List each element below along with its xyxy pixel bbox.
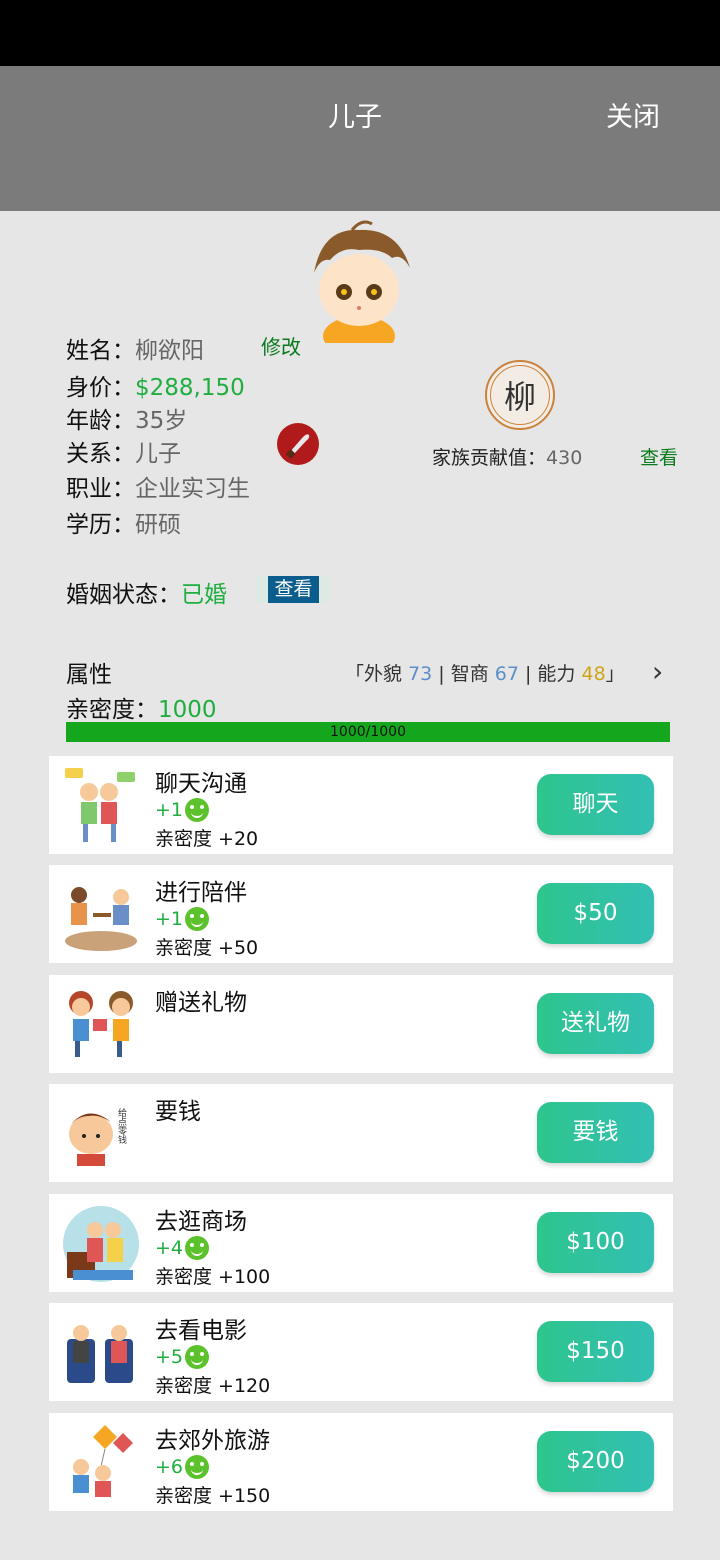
attr-ability-value: 48: [581, 663, 606, 685]
action-title: 去逛商场: [155, 1209, 247, 1235]
intimacy-gain: 亲密度 +50: [155, 937, 259, 959]
companionship-illustration-icon: [65, 887, 137, 951]
action-button[interactable]: $50: [537, 883, 654, 944]
name-label: 姓名：: [66, 338, 135, 364]
ask-money-badge-text: 给点零钱: [116, 1107, 127, 1144]
action-title: 要钱: [155, 1099, 201, 1125]
action-title: 去看电影: [155, 1318, 247, 1344]
marriage-label: 婚姻状态：: [66, 582, 181, 608]
edit-name-button[interactable]: 修改: [261, 331, 301, 360]
action-card: 进行陪伴 +1 亲密度 +50 $50: [49, 865, 673, 963]
family-seal: 柳: [485, 360, 555, 430]
happiness-gain: +1: [155, 798, 210, 822]
action-title: 赠送礼物: [155, 990, 247, 1016]
chevron-right-icon[interactable]: ›: [652, 655, 663, 688]
mall-illustration-icon: [63, 1206, 139, 1282]
attr-sep-ability: | 能力: [518, 663, 582, 685]
marriage-status: 婚姻状态：已婚: [66, 575, 227, 609]
job-row: 职业：企业实习生: [66, 469, 250, 503]
smiley-face-icon: [185, 1236, 210, 1260]
action-button[interactable]: 送礼物: [537, 993, 654, 1054]
action-card: 去看电影 +5 亲密度 +120 $150: [49, 1303, 673, 1401]
ask-money-illustration-icon: 给点零钱: [69, 1107, 127, 1166]
intimacy-progress-bar: 1000/1000: [66, 722, 670, 742]
age-value: 35岁: [135, 408, 188, 434]
happiness-gain-value: +5: [155, 1346, 184, 1368]
chat-illustration-icon: [65, 768, 135, 842]
action-card: 聊天沟通 +1 亲密度 +20 聊天: [49, 756, 673, 854]
job-label: 职业：: [66, 476, 135, 502]
intimacy-label: 亲密度：: [66, 697, 158, 723]
action-title: 去郊外旅游: [155, 1428, 270, 1454]
contribution-value: 430: [546, 447, 583, 469]
relation-value: 儿子: [135, 441, 181, 467]
worth-label: 身价：: [66, 375, 135, 401]
contribution-view-button[interactable]: 查看: [640, 443, 678, 470]
attributes-label: 属性: [66, 662, 112, 688]
family-seal-char: 柳: [490, 365, 550, 425]
action-card: 给点零钱 要钱 要钱: [49, 1084, 673, 1182]
happiness-gain-value: +6: [155, 1456, 184, 1478]
action-title: 进行陪伴: [155, 880, 247, 906]
age-row: 年龄：35岁: [66, 401, 187, 435]
intimacy-gain: 亲密度 +120: [155, 1375, 271, 1397]
attr-sep-iq: | 智商: [432, 663, 495, 685]
contribution-label: 家族贡献值：: [432, 447, 547, 469]
happiness-gain: +4: [155, 1236, 210, 1260]
family-contribution: 家族贡献值：430: [432, 443, 582, 470]
intimacy-row: 亲密度：1000: [66, 690, 217, 724]
worth-row: 身价：$288,150: [66, 368, 245, 402]
smiley-face-icon: [185, 798, 210, 822]
action-button[interactable]: $200: [537, 1431, 654, 1492]
movie-illustration-icon: [67, 1325, 133, 1383]
name-value: 柳欲阳: [135, 338, 204, 364]
action-card: 去逛商场 +4 亲密度 +100 $100: [49, 1194, 673, 1292]
happiness-gain: +6: [155, 1455, 210, 1479]
attributes-summary[interactable]: 「外貌 73 | 智商 67 | 能力 48」: [345, 659, 625, 686]
smiley-face-icon: [185, 907, 210, 931]
action-card: 赠送礼物 送礼物: [49, 975, 673, 1073]
happiness-gain: +1: [155, 907, 210, 931]
attr-close: 」: [605, 663, 625, 685]
relation-label: 关系：: [66, 441, 135, 467]
gift-illustration-icon: [69, 991, 133, 1057]
action-button[interactable]: $100: [537, 1212, 654, 1273]
worth-value: $288,150: [135, 375, 245, 401]
action-button[interactable]: 聊天: [537, 774, 654, 835]
age-label: 年龄：: [66, 408, 135, 434]
action-button[interactable]: $150: [537, 1321, 654, 1382]
kite-illustration-icon: [73, 1425, 133, 1497]
marriage-view-button[interactable]: 查看: [268, 576, 319, 603]
action-card: 去郊外旅游 +6 亲密度 +150 $200: [49, 1413, 673, 1511]
attr-looks-value: 73: [408, 663, 433, 685]
header: [0, 66, 720, 211]
education-value: 研硕: [135, 512, 181, 538]
job-value: 企业实习生: [135, 476, 250, 502]
education-label: 学历：: [66, 512, 135, 538]
marriage-value: 已婚: [181, 582, 227, 608]
smiley-face-icon: [185, 1455, 210, 1479]
relation-row: 关系：儿子: [66, 434, 181, 468]
intimacy-gain: 亲密度 +20: [155, 828, 259, 850]
happiness-gain-value: +1: [155, 799, 184, 821]
status-bar: [0, 0, 720, 66]
attr-open: 「外貌: [345, 663, 409, 685]
action-button[interactable]: 要钱: [537, 1102, 654, 1163]
education-row: 学历：研硕: [66, 505, 181, 539]
intimacy-gain: 亲密度 +100: [155, 1266, 271, 1288]
name-row: 姓名：柳欲阳: [66, 331, 204, 365]
knife-icon[interactable]: [277, 423, 319, 465]
avatar: [314, 220, 410, 343]
close-button[interactable]: 关闭: [606, 95, 660, 134]
action-title: 聊天沟通: [155, 771, 247, 797]
attr-iq-value: 67: [494, 663, 519, 685]
intimacy-progress-text: 1000/1000: [330, 724, 406, 740]
happiness-gain-value: +1: [155, 908, 184, 930]
happiness-gain: +5: [155, 1345, 210, 1369]
happiness-gain-value: +4: [155, 1237, 184, 1259]
intimacy-gain: 亲密度 +150: [155, 1485, 271, 1507]
page-title: 儿子: [328, 102, 382, 133]
smiley-face-icon: [185, 1345, 210, 1369]
intimacy-value: 1000: [158, 697, 217, 723]
